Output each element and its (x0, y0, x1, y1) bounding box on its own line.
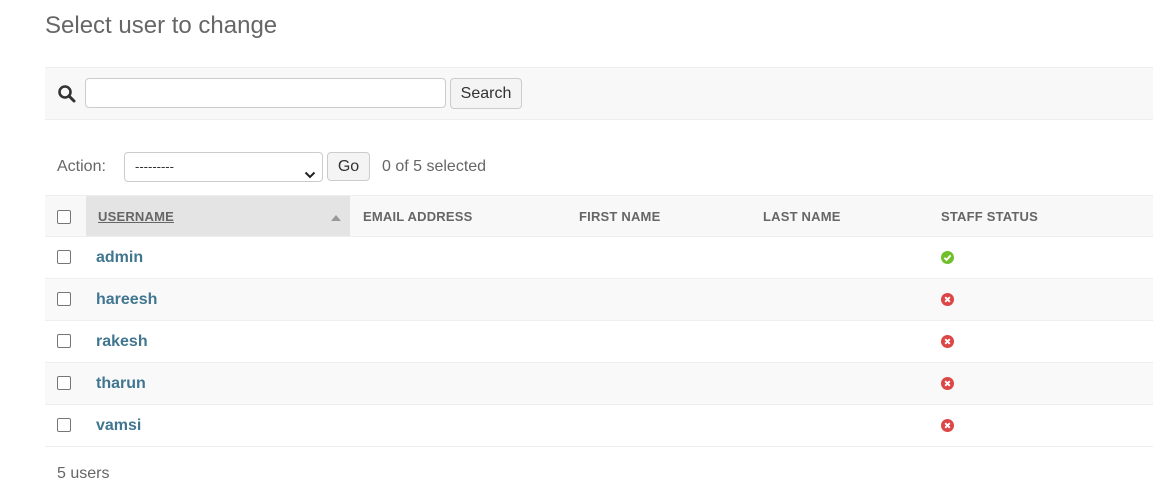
email-cell (350, 237, 579, 279)
email-cell (350, 321, 579, 363)
column-label-username[interactable]: USERNAME (98, 209, 174, 224)
row-checkbox[interactable] (57, 418, 71, 433)
result-count: 5 users (57, 465, 110, 482)
page-title: Select user to change (45, 12, 278, 39)
row-checkbox-cell (45, 279, 86, 321)
table-row: hareesh (45, 278, 1153, 321)
row-checkbox-cell (45, 405, 86, 447)
column-header-first-name[interactable]: FIRST NAME (579, 195, 763, 237)
last-name-cell (763, 405, 941, 447)
action-select-value: --------- (135, 159, 174, 174)
column-label-last-name[interactable]: LAST NAME (763, 209, 841, 224)
search-input[interactable] (85, 78, 446, 108)
row-checkbox[interactable] (57, 334, 71, 349)
x-circle-icon (941, 334, 954, 348)
email-cell (350, 405, 579, 447)
search-button[interactable]: Search (450, 78, 522, 109)
x-circle-icon (941, 376, 954, 390)
check-circle-icon (941, 250, 954, 264)
column-label-email[interactable]: EMAIL ADDRESS (363, 209, 473, 224)
username-cell: vamsi (86, 405, 350, 447)
last-name-cell (763, 279, 941, 321)
email-cell (350, 363, 579, 405)
username-link[interactable]: tharun (96, 375, 146, 392)
row-checkbox[interactable] (57, 292, 71, 307)
first-name-cell (579, 321, 763, 363)
table-row: admin (45, 237, 1153, 279)
table-row: vamsi (45, 405, 1153, 447)
column-label-first-name[interactable]: FIRST NAME (579, 209, 660, 224)
username-cell: admin (86, 237, 350, 279)
staff-status-cell (941, 321, 1153, 363)
search-icon (57, 84, 77, 104)
staff-status-cell (941, 363, 1153, 405)
sort-ascending-icon[interactable] (331, 215, 341, 221)
row-checkbox-cell (45, 321, 86, 363)
row-checkbox[interactable] (57, 250, 71, 265)
row-checkbox-cell (45, 363, 86, 405)
actions-bar: Action: --------- Go 0 of 5 selected (45, 150, 1153, 184)
first-name-cell (579, 363, 763, 405)
select-all-checkbox[interactable] (57, 209, 71, 224)
first-name-cell (579, 405, 763, 447)
table-row: tharun (45, 362, 1153, 405)
staff-status-cell (941, 237, 1153, 279)
username-link[interactable]: vamsi (96, 417, 141, 434)
username-cell: rakesh (86, 321, 350, 363)
go-button[interactable]: Go (327, 152, 370, 181)
x-circle-icon (941, 418, 954, 432)
column-header-username[interactable]: USERNAME (86, 195, 350, 237)
users-table: USERNAME EMAIL ADDRESS FIRST NAME LAST N… (45, 195, 1153, 447)
first-name-cell (579, 237, 763, 279)
last-name-cell (763, 363, 941, 405)
last-name-cell (763, 321, 941, 363)
email-cell (350, 279, 579, 321)
username-link[interactable]: hareesh (96, 291, 157, 308)
x-circle-icon (941, 292, 954, 306)
username-cell: tharun (86, 363, 350, 405)
action-select[interactable]: --------- (124, 152, 323, 182)
select-all-cell (45, 195, 86, 237)
username-link[interactable]: admin (96, 249, 143, 266)
selection-counter: 0 of 5 selected (382, 158, 487, 175)
username-cell: hareesh (86, 279, 350, 321)
column-header-email[interactable]: EMAIL ADDRESS (350, 195, 579, 237)
username-link[interactable]: rakesh (96, 333, 148, 350)
column-header-last-name[interactable]: LAST NAME (763, 195, 941, 237)
column-label-staff-status[interactable]: STAFF STATUS (941, 209, 1038, 224)
staff-status-cell (941, 405, 1153, 447)
row-checkbox[interactable] (57, 376, 71, 391)
chevron-down-icon (304, 162, 316, 179)
first-name-cell (579, 279, 763, 321)
staff-status-cell (941, 279, 1153, 321)
search-toolbar: Search (45, 67, 1153, 120)
row-checkbox-cell (45, 237, 86, 279)
table-header-row: USERNAME EMAIL ADDRESS FIRST NAME LAST N… (45, 195, 1153, 237)
column-header-staff-status[interactable]: STAFF STATUS (941, 195, 1153, 237)
action-label: Action: (57, 158, 106, 175)
last-name-cell (763, 237, 941, 279)
table-row: rakesh (45, 321, 1153, 363)
